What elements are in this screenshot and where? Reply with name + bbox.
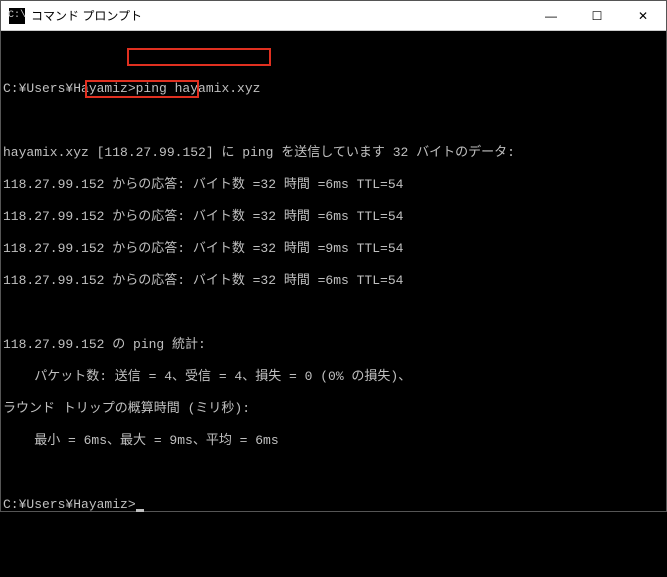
close-button[interactable]: ✕ bbox=[620, 1, 666, 30]
stats-packets: パケット数: 送信 = 4、受信 = 4、損失 = 0 (0% の損失)、 bbox=[3, 369, 664, 385]
window-controls: — ☐ ✕ bbox=[528, 1, 666, 30]
blank-line bbox=[3, 465, 664, 481]
ping-reply: 118.27.99.152 からの応答: バイト数 =32 時間 =6ms TT… bbox=[3, 209, 664, 225]
titlebar: C:\ コマンド プロンプト — ☐ ✕ bbox=[1, 1, 666, 31]
ping-reply: 118.27.99.152 からの応答: バイト数 =32 時間 =6ms TT… bbox=[3, 177, 664, 193]
blank-line bbox=[3, 113, 664, 129]
ping-command: ping hayamix.xyz bbox=[136, 81, 261, 96]
maximize-button[interactable]: ☐ bbox=[574, 1, 620, 30]
window-title: コマンド プロンプト bbox=[31, 7, 528, 24]
blank-line bbox=[3, 49, 664, 65]
stats-rtt-values: 最小 = 6ms、最大 = 9ms、平均 = 6ms bbox=[3, 433, 664, 449]
prompt-path: C:¥Users¥Hayamiz> bbox=[3, 81, 136, 96]
minimize-button[interactable]: — bbox=[528, 1, 574, 30]
prompt-path: C:¥Users¥Hayamiz> bbox=[3, 497, 136, 512]
prompt-line: C:¥Users¥Hayamiz> bbox=[3, 497, 664, 513]
stats-header: 118.27.99.152 の ping 統計: bbox=[3, 337, 664, 353]
stats-rtt-label: ラウンド トリップの概算時間 (ミリ秒): bbox=[3, 401, 664, 417]
ping-header-line: hayamix.xyz [118.27.99.152] に ping を送信して… bbox=[3, 145, 664, 161]
prompt-line: C:¥Users¥Hayamiz>ping hayamix.xyz bbox=[3, 81, 664, 97]
ping-host: hayamix.xyz bbox=[3, 145, 97, 160]
ping-reply: 118.27.99.152 からの応答: バイト数 =32 時間 =6ms TT… bbox=[3, 273, 664, 289]
ping-ip: [118.27.99.152] bbox=[97, 145, 214, 160]
cmd-icon: C:\ bbox=[9, 8, 25, 24]
terminal-output[interactable]: C:¥Users¥Hayamiz>ping hayamix.xyz hayami… bbox=[1, 31, 666, 511]
blank-line bbox=[3, 305, 664, 321]
ping-header-rest: に ping を送信しています 32 バイトのデータ: bbox=[221, 145, 514, 160]
ping-reply: 118.27.99.152 からの応答: バイト数 =32 時間 =9ms TT… bbox=[3, 241, 664, 257]
